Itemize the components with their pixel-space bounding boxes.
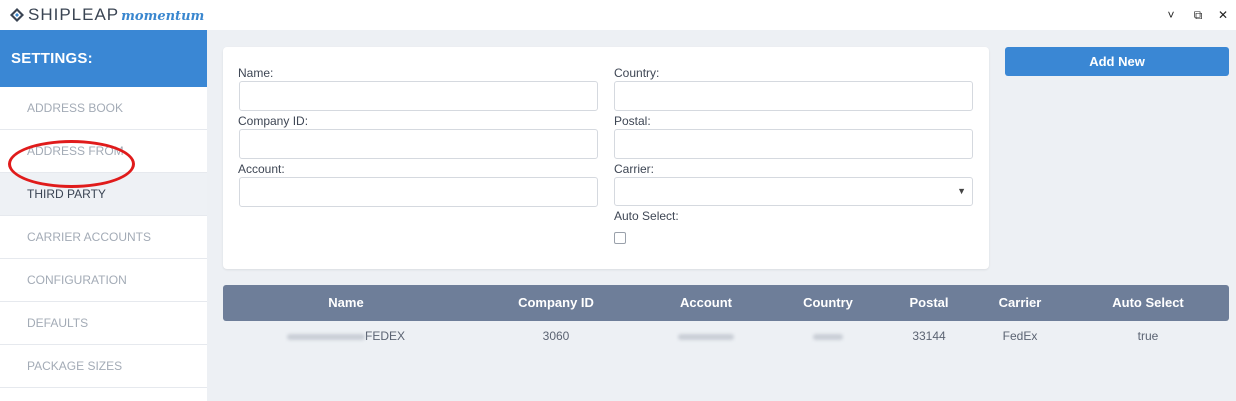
sidebar-item-address-from[interactable]: ADDRESS FROM — [0, 130, 207, 173]
cell-name-text: FEDEX — [364, 329, 405, 343]
cell-auto-select: true — [1137, 329, 1159, 343]
name-field[interactable] — [239, 81, 598, 111]
sidebar-item-address-book[interactable]: ADDRESS BOOK — [0, 87, 207, 130]
dropdown-arrow-icon: ▼ — [957, 186, 966, 196]
sidebar-item-defaults[interactable]: DEFAULTS — [0, 302, 207, 345]
country-label: Country: — [614, 66, 660, 80]
redacted-text — [813, 333, 843, 340]
title-bar: SHIPLEAP momentum ˅ ⧉ ✕ — [0, 0, 1236, 30]
add-new-button[interactable]: Add New — [1005, 47, 1229, 76]
brand-name: SHIPLEAP — [28, 5, 120, 24]
settings-sidebar: SETTINGS: ADDRESS BOOK ADDRESS FROM THIR… — [0, 30, 207, 401]
brand-subtitle: momentum — [121, 8, 205, 24]
sidebar-item-configuration[interactable]: CONFIGURATION — [0, 259, 207, 302]
auto-select-checkbox[interactable] — [614, 232, 626, 244]
redacted-text — [678, 333, 734, 340]
cell-account — [636, 326, 776, 346]
account-field[interactable] — [239, 177, 598, 207]
shipleap-logo-icon — [10, 8, 24, 22]
company-id-label: Company ID: — [238, 114, 309, 128]
carrier-label: Carrier: — [614, 162, 655, 176]
name-label: Name: — [238, 66, 274, 80]
restore-icon[interactable]: ⧉ — [1189, 6, 1207, 24]
close-icon[interactable]: ✕ — [1214, 6, 1232, 24]
sidebar-item-package-sizes[interactable]: PACKAGE SIZES — [0, 345, 207, 388]
country-field[interactable] — [614, 81, 973, 111]
table-header: Name Company ID Account Country Postal C… — [223, 285, 1229, 321]
cell-company-id: 3060 — [542, 329, 570, 343]
main-content: Name: Company ID: Account: Country: Post… — [207, 30, 1236, 401]
column-header-name[interactable]: Name — [276, 285, 416, 321]
carrier-select[interactable]: ▼ — [614, 177, 973, 206]
sidebar-title: SETTINGS: — [0, 30, 207, 87]
sidebar-item-third-party[interactable]: THIRD PARTY — [0, 173, 207, 216]
cell-name: FEDEX — [276, 326, 416, 346]
column-header-carrier[interactable]: Carrier — [950, 285, 1090, 321]
column-header-company-id[interactable]: Company ID — [486, 285, 626, 321]
app-logo: SHIPLEAP momentum — [10, 5, 204, 25]
sidebar-item-carrier-accounts[interactable]: CARRIER ACCOUNTS — [0, 216, 207, 259]
third-party-form: Name: Company ID: Account: Country: Post… — [223, 47, 989, 269]
column-header-auto-select[interactable]: Auto Select — [1078, 285, 1218, 321]
postal-field[interactable] — [614, 129, 973, 159]
postal-label: Postal: — [614, 114, 651, 128]
minimize-icon[interactable]: ˅ — [1162, 6, 1180, 24]
company-id-field[interactable] — [239, 129, 598, 159]
account-label: Account: — [238, 162, 285, 176]
column-header-account[interactable]: Account — [636, 285, 776, 321]
auto-select-label: Auto Select: — [614, 209, 679, 223]
redacted-text — [286, 333, 365, 340]
cell-carrier: FedEx — [1002, 329, 1038, 343]
